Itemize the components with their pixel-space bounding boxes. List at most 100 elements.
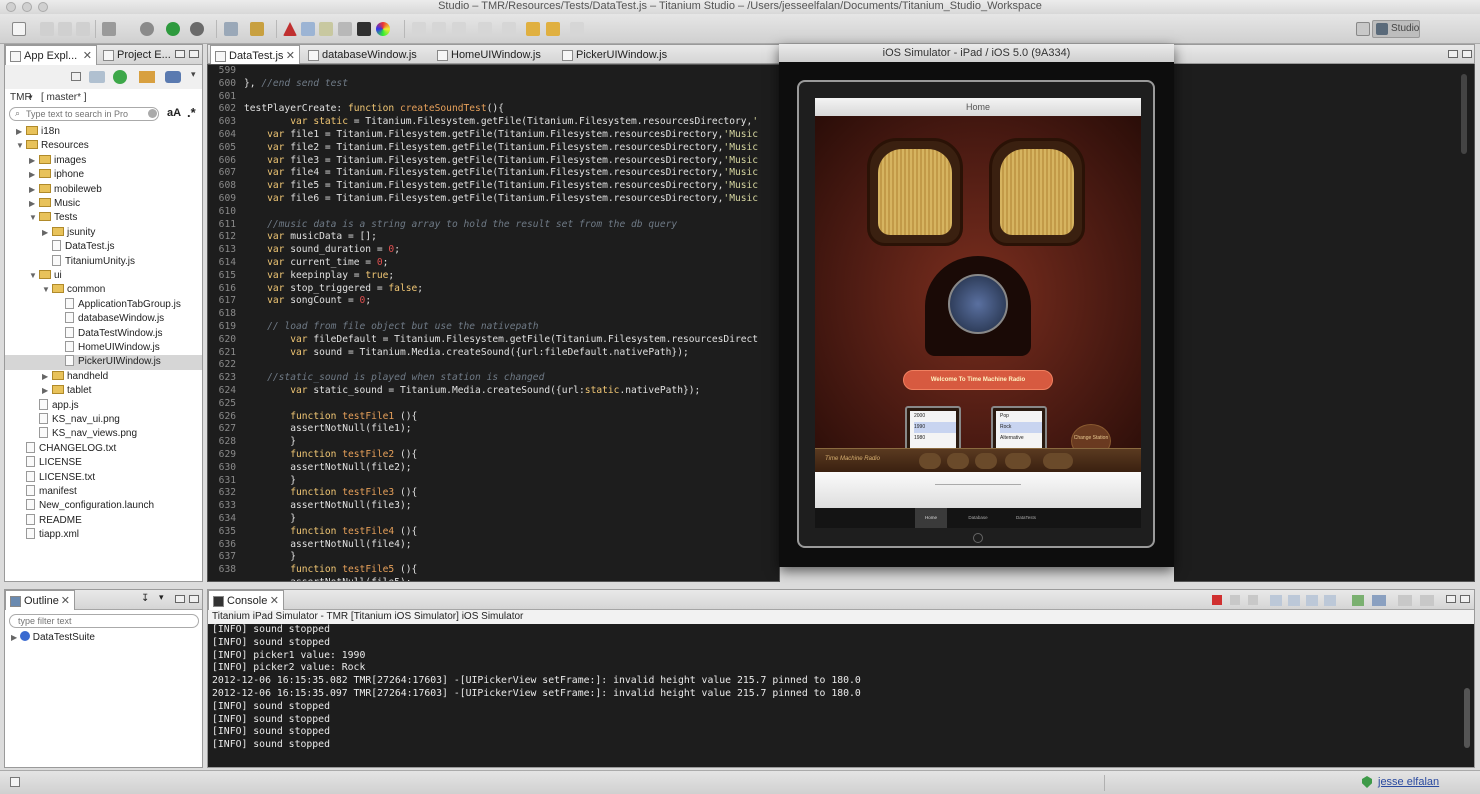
tab-pickeruiwindow-js[interactable]: PickerUIWindow.js — [558, 45, 683, 65]
outline-filter-input[interactable] — [9, 614, 199, 628]
tab-home[interactable]: Home — [915, 508, 947, 528]
run-app-icon[interactable] — [113, 70, 127, 84]
user-link[interactable]: jesse elfalan — [1378, 776, 1439, 788]
tree-item[interactable]: ▶ tablet — [5, 384, 202, 398]
code-line[interactable]: 612 var musicData = []; — [208, 231, 779, 244]
control-button[interactable] — [975, 453, 997, 469]
code-line[interactable]: 633 assertNotNull(file3); — [208, 500, 779, 513]
control-button[interactable] — [1043, 453, 1073, 469]
print-icon[interactable] — [76, 22, 90, 36]
clear-console-icon[interactable] — [1270, 595, 1282, 606]
hierarchy-icon[interactable] — [319, 22, 333, 36]
zoom-window-button[interactable] — [38, 2, 48, 12]
next-annotation-icon[interactable] — [478, 22, 492, 36]
case-sensitive-toggle[interactable]: aA — [167, 107, 181, 119]
tree-item[interactable]: ▼ Tests — [5, 211, 202, 225]
toggle-mark-icon[interactable] — [412, 22, 426, 36]
tree-item[interactable]: README — [5, 513, 202, 528]
tab-database[interactable]: Database — [959, 508, 997, 528]
code-line[interactable]: 606 var file3 = Titanium.Filesystem.getF… — [208, 155, 779, 168]
picker-option[interactable]: 1980 — [914, 433, 956, 444]
code-line[interactable]: 599 — [208, 65, 779, 78]
picker-option[interactable]: Pop — [1000, 411, 1042, 422]
code-line[interactable]: 635 function testFile4 (){ — [208, 526, 779, 539]
picker-option-selected[interactable]: 1990 — [914, 422, 956, 433]
code-line[interactable]: 627 assertNotNull(file1); — [208, 423, 779, 436]
picker-option[interactable]: 2000 — [914, 411, 956, 422]
collapsed-arrow-icon[interactable]: ▶ — [29, 168, 39, 182]
sort-icon[interactable]: ↧ — [141, 593, 149, 604]
collapsed-arrow-icon[interactable]: ▶ — [16, 125, 26, 139]
collapsed-arrow-icon[interactable]: ▶ — [42, 226, 52, 240]
pin-console-icon[interactable] — [1352, 595, 1364, 606]
control-button[interactable] — [919, 453, 941, 469]
open-console-icon[interactable] — [1398, 595, 1412, 606]
code-line[interactable]: 623 //static_sound is played when statio… — [208, 372, 779, 385]
code-line[interactable]: 620 var fileDefault = Titanium.Filesyste… — [208, 334, 779, 347]
toggle-block-icon[interactable] — [432, 22, 446, 36]
studio-perspective-button[interactable]: Studio — [1372, 20, 1420, 38]
code-line[interactable]: 615 var keepinplay = true; — [208, 270, 779, 283]
maximize-editor-icon[interactable] — [1462, 50, 1472, 58]
code-line[interactable]: 607 var file4 = Titanium.Filesystem.getF… — [208, 167, 779, 180]
code-line[interactable]: 614 var current_time = 0; — [208, 257, 779, 270]
tree-item[interactable]: DataTest.js — [5, 240, 202, 254]
tree-item[interactable]: KS_nav_ui.png — [5, 413, 202, 427]
open-perspective-icon[interactable] — [1356, 22, 1370, 36]
color-picker-icon[interactable] — [376, 22, 390, 36]
console-output[interactable]: [INFO] sound stopped [INFO] sound stopped… — [208, 624, 1474, 767]
tab-project-explorer[interactable]: Project E... — [99, 45, 171, 65]
remove-launch-icon[interactable] — [1230, 595, 1240, 605]
tab-console[interactable]: Console ✕ — [208, 590, 284, 610]
code-line[interactable]: 634 } — [208, 513, 779, 526]
code-line[interactable]: 621 var sound = Titanium.Media.createSou… — [208, 347, 779, 360]
tree-item[interactable]: ▶ iphone — [5, 168, 202, 182]
filter-icon[interactable] — [89, 71, 105, 83]
terminate-icon[interactable] — [1212, 595, 1222, 605]
code-line[interactable]: 613 var sound_duration = 0; — [208, 244, 779, 257]
collapsed-arrow-icon[interactable]: ▶ — [42, 370, 52, 384]
collapse-all-icon[interactable] — [71, 72, 81, 81]
show-whitespace-icon[interactable] — [452, 22, 466, 36]
minimize-editor-icon[interactable] — [1448, 50, 1458, 58]
tree-item[interactable]: ▶ handheld — [5, 370, 202, 384]
code-line[interactable]: 601 — [208, 91, 779, 104]
tab-app-explorer[interactable]: App Expl... ✕ — [5, 45, 97, 65]
save-icon[interactable] — [40, 22, 54, 36]
previous-annotation-icon[interactable] — [502, 22, 516, 36]
code-line[interactable]: 611 //music data is a string array to ho… — [208, 219, 779, 232]
close-icon[interactable]: ✕ — [83, 46, 92, 66]
tree-item[interactable]: ▼ common — [5, 283, 202, 297]
code-line[interactable]: 610 — [208, 206, 779, 219]
tree-item[interactable]: TitaniumUnity.js — [5, 254, 202, 269]
project-selector[interactable]: TMR ▾ [ master* ] — [5, 89, 202, 107]
minimize-panel-icon[interactable] — [175, 50, 185, 58]
new-file-icon[interactable] — [12, 22, 26, 36]
remove-all-icon[interactable] — [1248, 595, 1258, 605]
tree-item[interactable]: DataTestWindow.js — [5, 326, 202, 341]
tab-databasewindow-js[interactable]: databaseWindow.js — [304, 45, 429, 65]
code-line[interactable]: 630 assertNotNull(file2); — [208, 462, 779, 475]
code-line[interactable]: assertNotNull(file5); — [208, 577, 779, 581]
code-line[interactable]: 608 var file5 = Titanium.Filesystem.getF… — [208, 180, 779, 193]
tree-item[interactable]: KS_nav_views.png — [5, 427, 202, 441]
maximize-panel-icon[interactable] — [189, 50, 199, 58]
scroll-lock-icon[interactable] — [1288, 595, 1300, 606]
code-line[interactable]: 625 — [208, 398, 779, 411]
close-window-button[interactable] — [6, 2, 16, 12]
tree-item[interactable]: ▶ images — [5, 154, 202, 168]
code-line[interactable]: 618 — [208, 308, 779, 321]
outline-item[interactable]: ▶ DataTestSuite — [11, 631, 95, 645]
code-line[interactable]: 622 — [208, 359, 779, 372]
control-button[interactable] — [947, 453, 969, 469]
tree-item[interactable]: LICENSE.txt — [5, 470, 202, 485]
code-line[interactable]: 638 function testFile5 (){ — [208, 564, 779, 577]
code-line[interactable]: 631 } — [208, 475, 779, 488]
minimize-window-button[interactable] — [22, 2, 32, 12]
browser-icon[interactable] — [338, 22, 352, 36]
code-line[interactable]: 628 } — [208, 436, 779, 449]
tree-item[interactable]: ▼ ui — [5, 269, 202, 283]
pencil-icon[interactable] — [250, 22, 264, 36]
terminal-icon[interactable] — [357, 22, 371, 36]
publish-icon[interactable] — [102, 22, 116, 36]
